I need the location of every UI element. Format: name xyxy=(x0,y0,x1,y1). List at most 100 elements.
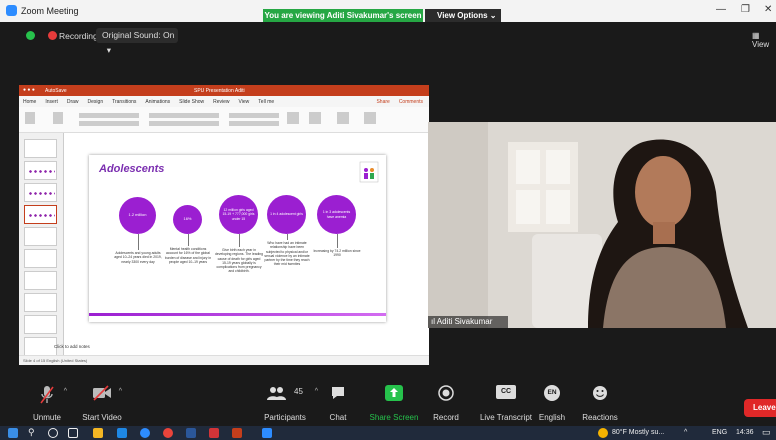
participant-video[interactable] xyxy=(428,122,776,328)
language-icon: EN xyxy=(544,385,560,401)
chevron-down-icon: ⌄ xyxy=(489,11,497,20)
ppt-titlebar: ● ● ● AutoSave SPU Presentation Aditi xyxy=(19,85,429,96)
connector-line xyxy=(286,234,287,240)
clock[interactable]: 14:36 xyxy=(736,429,754,436)
slide-thumbnail[interactable] xyxy=(24,161,57,180)
original-sound-button[interactable]: Original Sound: On ▾ xyxy=(96,28,178,55)
minimize-icon[interactable]: — xyxy=(716,4,726,15)
window-title: Zoom Meeting xyxy=(21,5,79,16)
close-icon[interactable]: ✕ xyxy=(764,4,772,15)
menu-item[interactable]: Animations xyxy=(145,99,170,105)
slide-thumbnail-selected[interactable] xyxy=(24,205,57,224)
recording-icon xyxy=(48,31,57,40)
comments-button[interactable]: Comments xyxy=(399,99,423,105)
shared-screen[interactable]: ● ● ● AutoSave SPU Presentation Aditi Ho… xyxy=(19,85,429,365)
cortana-icon[interactable] xyxy=(48,428,58,438)
meeting-toolbar: ^ Unmute ^ Start Video 45 ^ Participants… xyxy=(0,378,776,426)
menu-item[interactable]: Draw xyxy=(67,99,79,105)
notes-placeholder[interactable]: Click to add notes xyxy=(54,344,90,349)
slide-accent-bar xyxy=(89,313,386,316)
slide-thumbnail[interactable] xyxy=(24,315,57,334)
share-button[interactable]: Share xyxy=(376,99,389,105)
slide-thumbnail[interactable] xyxy=(24,271,57,290)
stat-circle: 1 in 4 adolescent girls xyxy=(267,195,306,234)
participant-count: 45 xyxy=(294,387,303,396)
windows-start-icon[interactable] xyxy=(8,428,18,438)
restore-icon[interactable]: ❐ xyxy=(741,4,750,15)
slide-thumbnail[interactable] xyxy=(24,337,57,356)
connector-line xyxy=(187,234,188,246)
view-button[interactable]: ▦ View xyxy=(752,31,776,49)
file-explorer-icon[interactable] xyxy=(93,428,103,438)
slide-thumbnail-panel[interactable] xyxy=(19,133,64,356)
slide-thumbnail[interactable] xyxy=(24,139,57,158)
smiley-icon xyxy=(593,386,607,400)
chevron-up-icon[interactable]: ^ xyxy=(64,388,67,395)
autosave-label: AutoSave xyxy=(45,88,67,94)
chevron-up-icon[interactable]: ^ xyxy=(119,388,122,395)
menu-item[interactable]: Home xyxy=(23,99,36,105)
window-dots-icon: ● ● ● xyxy=(23,87,35,93)
chrome-icon[interactable] xyxy=(163,428,173,438)
view-options-button[interactable]: View Options ⌄ xyxy=(425,9,501,23)
security-shield-icon[interactable] xyxy=(26,31,35,40)
viewing-banner: You are viewing Aditi Sivakumar's screen xyxy=(263,9,423,23)
search-icon[interactable]: ⚲ xyxy=(28,427,35,438)
record-icon xyxy=(438,385,454,401)
ppt-menu-bar: Home Insert Draw Design Transitions Anim… xyxy=(19,96,429,107)
slide-thumbnail[interactable] xyxy=(24,227,57,246)
menu-item[interactable]: Design xyxy=(88,99,104,105)
task-view-icon[interactable] xyxy=(68,428,78,438)
current-slide[interactable]: Adolescents 1.2 million Adolescents and … xyxy=(89,155,386,322)
closed-caption-icon: CC xyxy=(496,385,516,399)
stat-description: Give birth each year in developing regio… xyxy=(215,248,264,274)
stat-description: Who have had an intimate relationship ha… xyxy=(264,241,310,267)
windows-taskbar: ⚲ 80°F Mostly su... ^ ENG 14:36 ▭ xyxy=(0,426,776,440)
reactions-button[interactable]: Reactions xyxy=(568,378,632,426)
menu-item[interactable]: Tell me xyxy=(258,99,274,105)
start-video-button[interactable]: ^ Start Video xyxy=(70,378,134,426)
recording-label: Recording xyxy=(59,31,98,41)
slide-thumbnail[interactable] xyxy=(24,249,57,268)
menu-item[interactable]: Transitions xyxy=(112,99,136,105)
slide-thumbnail[interactable] xyxy=(24,293,57,312)
stat-circle: 1 in 3 adolescents have anemia xyxy=(317,195,356,234)
ppt-window-title: SPU Presentation Aditi xyxy=(194,88,245,94)
connector-line xyxy=(137,234,138,250)
app-icon[interactable] xyxy=(209,428,219,438)
menu-item[interactable]: Review xyxy=(213,99,229,105)
zoom-taskbar-icon[interactable] xyxy=(140,428,150,438)
menu-item[interactable]: View xyxy=(239,99,250,105)
zoom-logo-icon xyxy=(6,5,17,16)
ppt-ribbon[interactable] xyxy=(19,107,429,133)
zoom-meeting-taskbar-icon[interactable] xyxy=(262,428,272,438)
participants-icon xyxy=(266,387,286,400)
menu-item[interactable]: Slide Show xyxy=(179,99,204,105)
chat-button[interactable]: Chat xyxy=(306,378,370,426)
language-indicator[interactable]: ENG xyxy=(712,429,727,436)
edge-icon[interactable] xyxy=(117,428,127,438)
ppt-status-bar: Slide 4 of 15 English (United States) xyxy=(19,355,429,365)
meeting-topbar: Recording Original Sound: On ▾ ▦ View xyxy=(0,22,776,55)
participant-video-image xyxy=(428,122,776,328)
stat-description: Mental health conditions account for 16%… xyxy=(164,247,212,264)
microphone-muted-icon xyxy=(40,386,54,404)
powerpoint-icon[interactable] xyxy=(232,428,242,438)
notification-icon[interactable]: ▭ xyxy=(762,427,771,438)
leave-button[interactable]: Leave xyxy=(744,399,776,417)
chat-bubble-icon xyxy=(332,387,344,399)
share-screen-icon xyxy=(385,385,403,401)
ribbon-tools-icon xyxy=(25,112,376,126)
stat-description: Adolescents and young adults aged 10–24 … xyxy=(114,251,162,264)
menu-item[interactable]: Insert xyxy=(45,99,58,105)
word-icon[interactable] xyxy=(186,428,196,438)
participant-name-tag: ıl Aditi Sivakumar xyxy=(428,316,508,328)
connector-line xyxy=(238,234,239,247)
weather-text[interactable]: 80°F Mostly su... xyxy=(612,429,664,436)
organization-logo-icon xyxy=(359,161,379,183)
weather-sun-icon xyxy=(598,428,608,438)
stat-description: Increasing by 74.2 million since 1990 xyxy=(313,249,361,258)
slide-thumbnail[interactable] xyxy=(24,183,57,202)
stat-circle: 12 million girls aged 15-19 + 777,000 gi… xyxy=(219,195,258,234)
chevron-up-icon[interactable]: ^ xyxy=(684,429,687,436)
